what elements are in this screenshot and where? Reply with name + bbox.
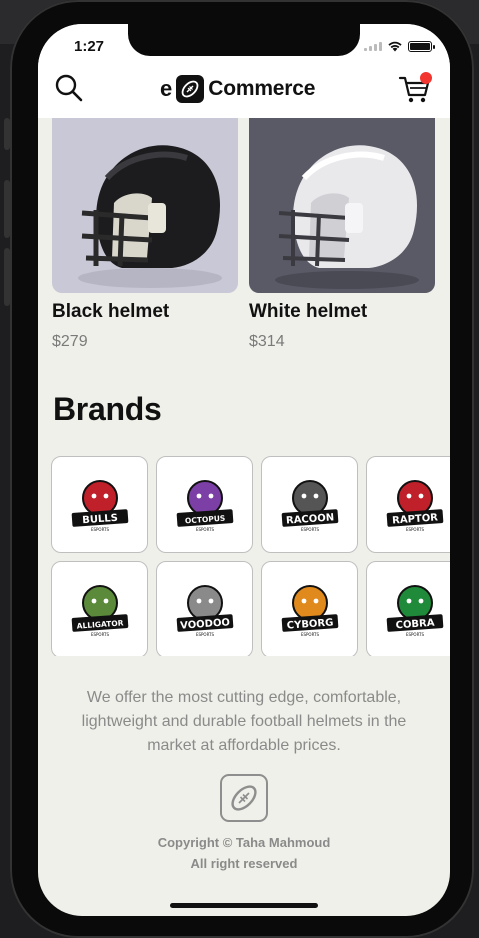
search-icon[interactable] bbox=[54, 73, 84, 103]
brand-tile[interactable]: OCTOPUS ESPORTS bbox=[156, 456, 253, 553]
main-content: Black helmet $279 White helmet $314 Bran… bbox=[38, 118, 450, 871]
signal-icon bbox=[364, 41, 382, 51]
cart-button[interactable] bbox=[398, 72, 432, 106]
helmet-icon bbox=[78, 145, 222, 288]
brand-name: CYBORG bbox=[286, 617, 333, 631]
brand-tile[interactable]: RAPTOR ESPORTS bbox=[366, 456, 450, 553]
cart-badge bbox=[420, 72, 432, 84]
brand-tile[interactable]: COBRA ESPORTS bbox=[366, 561, 450, 656]
cobra-logo-icon: COBRAESPORTS bbox=[386, 584, 443, 637]
top-navbar: e Commerce bbox=[38, 62, 450, 118]
brand-subtitle: ESPORTS bbox=[195, 632, 214, 637]
brand-subtitle: ESPORTS bbox=[405, 632, 424, 637]
product-name: White helmet bbox=[249, 301, 368, 322]
product-row: Black helmet $279 White helmet $314 bbox=[38, 118, 450, 368]
brand-name: VOODOO bbox=[179, 617, 230, 631]
brand-name: BULLS bbox=[81, 512, 117, 525]
logo-prefix: e bbox=[160, 76, 173, 101]
logo-text: Commerce bbox=[208, 77, 316, 100]
football-logo-icon bbox=[176, 75, 205, 103]
about-text: We offer the most cutting edge, comforta… bbox=[81, 689, 407, 754]
product-price: $314 bbox=[249, 333, 285, 350]
product-name: Black helmet bbox=[52, 301, 170, 322]
brand-subtitle: ESPORTS bbox=[195, 527, 214, 532]
brand-tile[interactable]: RACOON ESPORTS bbox=[261, 456, 358, 553]
raptor-logo-icon: RAPTORESPORTS bbox=[386, 479, 443, 532]
app-logo: e Commerce bbox=[160, 75, 315, 103]
rights-line: All right reserved bbox=[190, 856, 298, 871]
brands-grid: BULLS ESPORTS OCTOPUS ESPORTS RACOON ESPORTS R… bbox=[51, 456, 450, 656]
helmet-icon bbox=[275, 145, 419, 289]
status-icons bbox=[364, 40, 435, 52]
brand-name: RAPTOR bbox=[391, 512, 438, 526]
racoon-logo-icon: RACOONESPORTS bbox=[281, 479, 338, 532]
brand-name: COBRA bbox=[395, 617, 435, 631]
home-indicator bbox=[170, 903, 318, 908]
football-icon bbox=[231, 785, 257, 811]
voodoo-logo-icon: VOODOOESPORTS bbox=[176, 584, 233, 637]
phone-screen: 1:27 e Commerce Black helmet $279 White … bbox=[38, 24, 450, 916]
bull-logo-icon: BULLS ESPORTS bbox=[71, 479, 128, 532]
octopus-logo-icon: OCTOPUSESPORTS bbox=[176, 479, 233, 532]
side-button bbox=[4, 248, 10, 306]
product-card[interactable]: Black helmet $279 bbox=[52, 118, 238, 351]
brand-tile[interactable]: VOODOO ESPORTS bbox=[156, 561, 253, 656]
brand-subtitle: ESPORTS bbox=[90, 527, 109, 532]
side-button bbox=[4, 118, 10, 150]
brand-subtitle: ESPORTS bbox=[405, 527, 424, 532]
cyborg-logo-icon: CYBORGESPORTS bbox=[281, 584, 338, 637]
brand-name: RACOON bbox=[285, 512, 334, 526]
product-image bbox=[52, 118, 238, 293]
footer-logo bbox=[220, 774, 268, 822]
product-card[interactable]: White helmet $314 bbox=[249, 118, 435, 351]
battery-icon bbox=[408, 40, 435, 52]
status-time: 1:27 bbox=[74, 38, 105, 55]
brand-subtitle: ESPORTS bbox=[300, 527, 319, 532]
product-image bbox=[249, 118, 435, 293]
product-price: $279 bbox=[52, 333, 88, 350]
brand-subtitle: ESPORTS bbox=[300, 632, 319, 637]
alligator-logo-icon: ALLIGATORESPORTS bbox=[71, 584, 128, 637]
notch bbox=[128, 24, 360, 56]
copyright: Copyright © Taha Mahmoud All right reser… bbox=[38, 832, 450, 874]
brands-heading: Brands bbox=[53, 391, 162, 427]
brand-tile[interactable]: CYBORG ESPORTS bbox=[261, 561, 358, 656]
brand-tile[interactable]: BULLS ESPORTS bbox=[51, 456, 148, 553]
brand-tile[interactable]: ALLIGATOR ESPORTS bbox=[51, 561, 148, 656]
wifi-icon bbox=[388, 41, 402, 52]
side-button bbox=[4, 180, 10, 238]
brand-subtitle: ESPORTS bbox=[90, 632, 109, 637]
copyright-line: Copyright © Taha Mahmoud bbox=[157, 835, 331, 850]
